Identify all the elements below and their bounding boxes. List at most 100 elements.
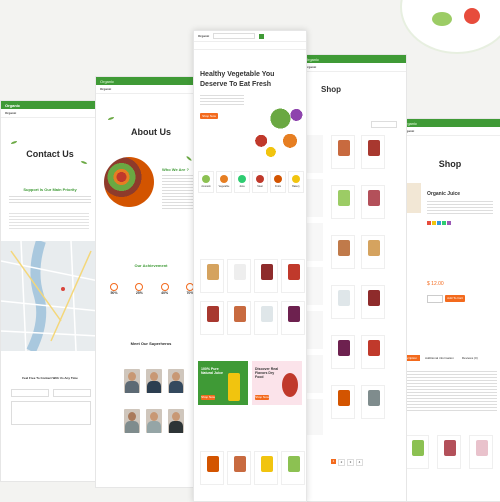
category-item[interactable]: Juice xyxy=(234,171,250,193)
product-card[interactable] xyxy=(361,335,385,369)
stat-value: 50% xyxy=(110,291,118,295)
category-item[interactable]: Fruits xyxy=(270,171,286,193)
nav-logo[interactable]: Organic xyxy=(100,87,111,91)
product-card[interactable] xyxy=(281,301,305,335)
shop-page-card: Organic Organic Shop 1 2 3 4 xyxy=(300,54,407,502)
swatch[interactable] xyxy=(447,221,451,225)
main-nav: Organic xyxy=(194,31,306,42)
swatch[interactable] xyxy=(432,221,436,225)
stat-icon xyxy=(160,283,169,291)
team-heading: Meet Our Superheros xyxy=(130,341,172,346)
product-card[interactable] xyxy=(281,451,305,485)
category-item[interactable]: Meat xyxy=(252,171,268,193)
category-row: Avocado Vegetable Juice Meat Fruits Bake… xyxy=(198,171,304,193)
product-card[interactable] xyxy=(405,435,429,469)
promo-shop-button[interactable]: Shop Now xyxy=(201,395,215,400)
tab-additional[interactable]: Additional information xyxy=(422,355,457,361)
swatch[interactable] xyxy=(442,221,446,225)
stats-row: 50% 25% 40% 70% xyxy=(104,283,200,303)
product-card[interactable] xyxy=(281,259,305,293)
email-field[interactable] xyxy=(53,389,91,397)
leaf-icon xyxy=(80,159,88,166)
color-swatches[interactable] xyxy=(427,221,451,225)
quantity-stepper[interactable] xyxy=(427,295,443,303)
nav-logo[interactable]: Organic xyxy=(198,34,209,38)
map[interactable] xyxy=(1,239,99,354)
logo[interactable]: Organic xyxy=(305,57,319,62)
product-card[interactable] xyxy=(469,435,493,469)
stat-icon xyxy=(110,283,118,291)
product-image xyxy=(405,183,421,213)
product-card[interactable] xyxy=(200,451,224,485)
add-to-cart-button[interactable]: Add To Cart xyxy=(445,295,465,302)
product-card[interactable] xyxy=(200,259,224,293)
promo-title: 100% Pure Natural Juice xyxy=(201,367,223,375)
sort-select[interactable] xyxy=(371,121,397,128)
top-bar: Organic xyxy=(96,77,206,85)
product-name: Organic Juice xyxy=(427,191,461,197)
page-title: About Us xyxy=(131,127,171,137)
product-card[interactable] xyxy=(254,301,278,335)
decor-veg xyxy=(432,12,452,26)
product-card[interactable] xyxy=(361,235,385,269)
product-card[interactable] xyxy=(331,235,355,269)
main-nav: Organic xyxy=(96,85,206,94)
product-card[interactable] xyxy=(200,301,224,335)
team-member xyxy=(124,369,140,393)
product-card[interactable] xyxy=(361,185,385,219)
vegetable-bowl xyxy=(104,157,154,207)
search-input[interactable] xyxy=(213,33,256,39)
page-link[interactable]: 1 xyxy=(331,459,336,464)
team-member xyxy=(168,369,184,393)
product-card[interactable] xyxy=(227,301,251,335)
page-link[interactable]: 3 xyxy=(347,459,354,466)
message-field[interactable] xyxy=(11,401,91,425)
home-page-card: Organic Healthy Vegetable You Deserve To… xyxy=(193,30,307,502)
category-item[interactable]: Bakery xyxy=(288,171,304,193)
achievement-heading: Our Achievement xyxy=(134,263,168,268)
product-card[interactable] xyxy=(254,451,278,485)
product-card[interactable] xyxy=(361,135,385,169)
description-text xyxy=(403,371,497,411)
product-card[interactable] xyxy=(227,259,251,293)
category-item[interactable]: Avocado xyxy=(198,171,214,193)
stat-item: 50% xyxy=(104,283,124,303)
stat-value: 25% xyxy=(135,291,143,295)
tab-reviews[interactable]: Reviews (0) xyxy=(459,355,481,361)
about-page-card: Organic Organic About Us Who We Are ? Ou… xyxy=(95,76,207,488)
top-bar: Organic xyxy=(1,101,99,109)
hero-shop-button[interactable]: Shop Now xyxy=(200,113,218,119)
swatch[interactable] xyxy=(427,221,431,225)
pagination: 1 2 3 4 xyxy=(331,459,363,466)
product-card[interactable] xyxy=(331,285,355,319)
juice-bottle xyxy=(228,373,240,401)
product-card[interactable] xyxy=(361,285,385,319)
product-card[interactable] xyxy=(361,385,385,419)
product-card[interactable] xyxy=(331,335,355,369)
product-card[interactable] xyxy=(254,259,278,293)
page-link[interactable]: 2 xyxy=(338,459,345,466)
product-card[interactable] xyxy=(331,385,355,419)
product-card[interactable] xyxy=(331,135,355,169)
promo-juice[interactable]: 100% Pure Natural Juice Shop Now xyxy=(198,361,248,405)
promo-shop-button[interactable]: Shop Now xyxy=(255,395,269,400)
product-card[interactable] xyxy=(227,451,251,485)
support-heading: Support Is Our Main Priority xyxy=(23,187,77,192)
page-link[interactable]: 4 xyxy=(356,459,363,466)
dryfood-pile xyxy=(282,373,298,397)
nav-logo[interactable]: Organic xyxy=(5,111,16,115)
promo-dryfood[interactable]: Discover Real Flavors Dry Food Shop Now xyxy=(252,361,302,405)
logo[interactable]: Organic xyxy=(5,103,20,108)
leaf-icon xyxy=(186,155,192,162)
decor-veg xyxy=(464,8,480,24)
category-bar xyxy=(194,42,306,50)
swatch[interactable] xyxy=(437,221,441,225)
team-member xyxy=(124,409,140,433)
product-card[interactable] xyxy=(437,435,461,469)
category-item[interactable]: Vegetable xyxy=(216,171,232,193)
logo[interactable]: Organic xyxy=(100,79,114,84)
search-icon[interactable] xyxy=(259,33,265,39)
product-card[interactable] xyxy=(331,185,355,219)
name-field[interactable] xyxy=(11,389,49,397)
hero-title: Healthy Vegetable You xyxy=(200,71,275,78)
